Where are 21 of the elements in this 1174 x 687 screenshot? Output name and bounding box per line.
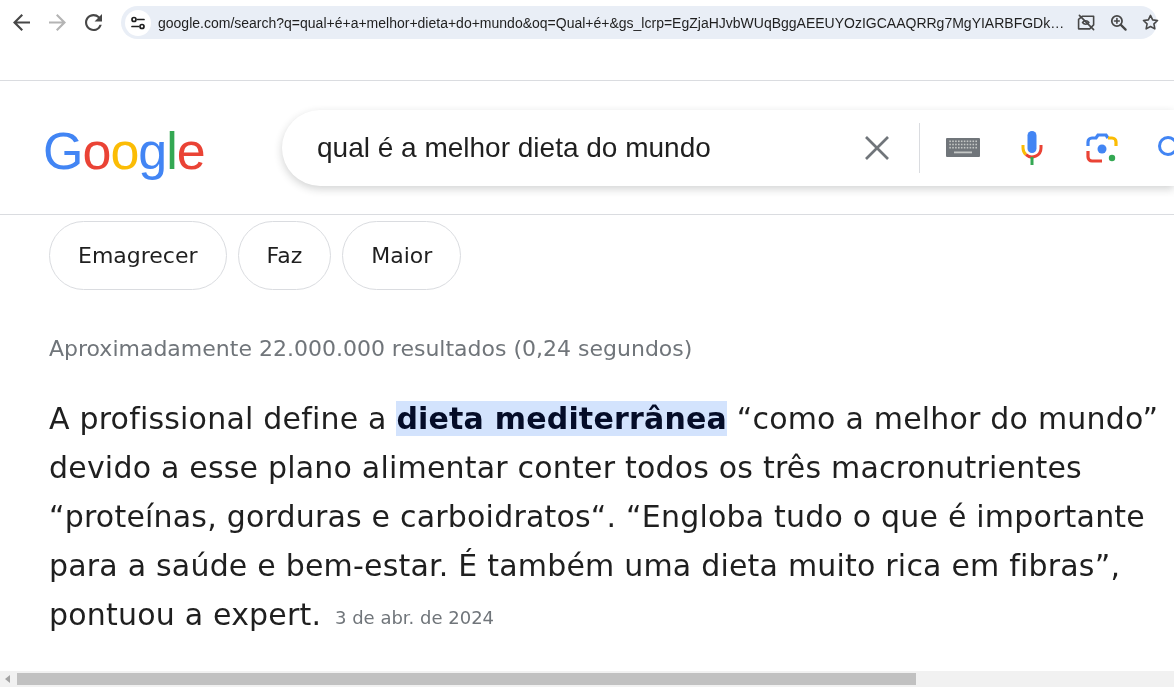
close-icon[interactable] [864, 134, 890, 161]
eye-slash-icon[interactable] [1077, 13, 1097, 32]
reload-icon[interactable] [85, 14, 102, 31]
back-arrow-icon[interactable] [13, 14, 30, 31]
star-icon[interactable] [1141, 13, 1161, 32]
sliders-icon[interactable] [125, 9, 151, 36]
url-text: google.com/search?q=qual+é+a+melhor+dieta+do+mundo&oq=Qual+é+&gs_lcrp=EgZjaHJvbWUqBggAEEUYOzIGCAAQRRg7MgYIARBFGDk… [158, 14, 1065, 31]
filter-chip[interactable]: Maior [342, 221, 462, 290]
result-stats: Aproximadamente 22.000.000 resultados (0,24 segundos) [49, 336, 693, 362]
microphone-icon[interactable] [1020, 130, 1044, 165]
zoom-in-icon[interactable] [1109, 13, 1129, 32]
camera-icon[interactable] [1086, 131, 1118, 164]
snippet-date: 3 de abr. de 2024 [335, 607, 495, 629]
filter-chip[interactable]: Emagrecer [49, 221, 227, 290]
filter-chip[interactable]: Faz [237, 221, 332, 290]
keyboard-icon[interactable] [946, 138, 980, 157]
address-bar[interactable]: google.com/search?q=qual+é+a+melhor+dieta+do+mundo&oq=Qual+é+&gs_lcrp=EgZjaHJvbWUqBggAEEUYOzIGCAAQRRg7MgYIARBFGDk… [121, 6, 1157, 39]
google-logo[interactable]: Google [43, 120, 205, 181]
search-query: qual é a melhor dieta do mundo [317, 131, 712, 164]
scrollbar-thumb[interactable] [17, 673, 916, 685]
search-field[interactable]: qual é a melhor dieta do mundo [282, 109, 1174, 186]
